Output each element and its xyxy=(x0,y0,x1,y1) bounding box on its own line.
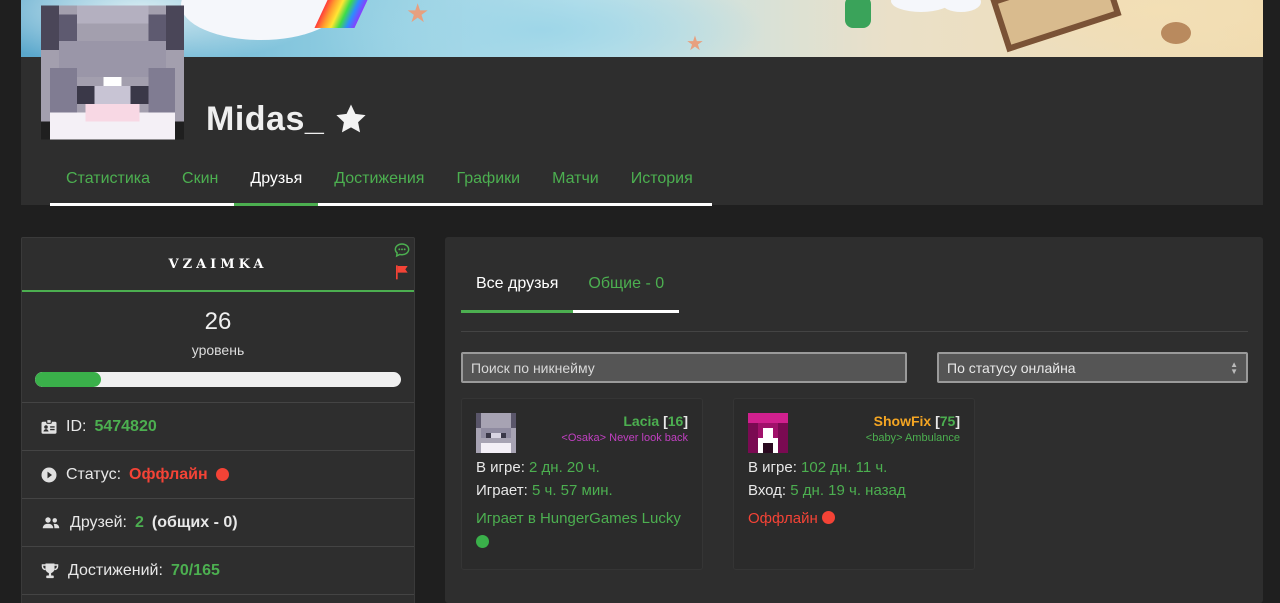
friend-level: 16 xyxy=(667,413,684,429)
friend-name[interactable]: ShowFix xyxy=(874,413,932,429)
status-row: Статус: Оффлайн xyxy=(22,451,414,499)
friend-session-label: Играет: xyxy=(476,482,528,499)
online-dot-icon xyxy=(476,535,489,548)
guild-header: VZAIMKA xyxy=(22,238,414,292)
friends-common: (общих - 0) xyxy=(151,513,238,531)
friend-card[interactable]: ShowFix [75] <baby> Ambulance В игре: 10… xyxy=(733,398,975,570)
offline-dot-icon xyxy=(215,468,229,481)
friend-name-line[interactable]: ShowFix [75] xyxy=(866,413,960,429)
friend-guild: <baby> Ambulance xyxy=(866,432,960,444)
tab-graphs[interactable]: Графики xyxy=(440,155,536,203)
friend-playtime-value: 102 дн. 11 ч. xyxy=(801,459,888,476)
level-progress-fill xyxy=(35,372,101,387)
level-label: уровень xyxy=(191,342,245,358)
friend-playtime-value: 2 дн. 20 ч. xyxy=(529,459,600,476)
status-label: Статус: xyxy=(66,465,122,483)
star-icon[interactable] xyxy=(334,102,368,136)
friend-avatar[interactable] xyxy=(476,413,516,453)
friend-playtime-label: В игре: xyxy=(748,459,797,476)
friend-guild-tag: baby xyxy=(872,432,897,444)
friend-last-login: Вход: 5 дн. 19 ч. назад xyxy=(748,482,960,499)
friend-status-text: Оффлайн xyxy=(748,510,818,527)
online-status-select[interactable]: По статусу онлайна ▲ ▼ xyxy=(937,352,1248,383)
friend-status: Оффлайн xyxy=(748,507,960,531)
offline-dot-icon xyxy=(821,511,835,524)
status-value: Оффлайн xyxy=(129,465,208,483)
profile-banner: ★ ★ xyxy=(21,0,1263,57)
guild-name[interactable]: VZAIMKA xyxy=(169,257,268,272)
friend-card[interactable]: Lacia [16] <Osaka> Never look back В игр… xyxy=(461,398,703,570)
tab-common-friends[interactable]: Общие - 0 xyxy=(573,257,680,313)
id-value: 5474820 xyxy=(94,417,157,435)
achievements-row: Достижений: 70/165 xyxy=(22,547,414,595)
friend-playtime: В игре: 102 дн. 11 ч. xyxy=(748,459,960,476)
level-value: 26 xyxy=(204,308,232,335)
tab-friends[interactable]: Друзья xyxy=(234,155,319,206)
friends-row: Друзей: 2 (общих - 0) xyxy=(22,499,414,547)
achievements-label: Достижений: xyxy=(68,561,163,579)
flag-icon[interactable] xyxy=(394,264,410,280)
friend-guild-close: > xyxy=(599,432,607,444)
select-arrows-icon: ▲ ▼ xyxy=(1230,359,1238,376)
friends-panel: Все друзья Общие - 0 По статусу онлайна … xyxy=(445,237,1263,603)
tab-history[interactable]: История xyxy=(615,155,709,203)
friend-name-line[interactable]: Lacia [16] xyxy=(561,413,688,429)
online-status-select-value: По статусу онлайна xyxy=(947,359,1076,376)
friend-name[interactable]: Lacia xyxy=(623,413,659,429)
tab-all-friends[interactable]: Все друзья xyxy=(461,257,574,313)
friend-guild-tag: Osaka xyxy=(567,432,600,444)
friend-session-value: 5 ч. 57 мин. xyxy=(532,482,613,499)
profile-summary-card: VZAIMKA 26 уровень ID: 5474820 Статус: О… xyxy=(21,237,415,603)
friend-guild: <Osaka> Never look back xyxy=(561,432,688,444)
friend-playtime-label: В игре: xyxy=(476,459,525,476)
player-name-heading: Midas_ xyxy=(206,98,368,140)
player-avatar xyxy=(41,5,184,140)
tab-achievements[interactable]: Достижения xyxy=(318,155,440,203)
level-progress-bar xyxy=(35,372,401,387)
friend-session: Играет: 5 ч. 57 мин. xyxy=(476,482,688,499)
player-name: Midas_ xyxy=(206,99,325,138)
friend-avatar[interactable] xyxy=(748,413,788,453)
friend-guild-motto: Never look back xyxy=(609,432,688,444)
nickname-search-input[interactable] xyxy=(461,352,907,383)
friends-label: Друзей: xyxy=(70,513,127,531)
friend-level: 75 xyxy=(939,413,956,429)
friends-subtabs: Все друзья Общие - 0 xyxy=(461,257,680,313)
friend-last-login-label: Вход: xyxy=(748,482,787,499)
friend-guild-motto: Ambulance xyxy=(904,432,960,444)
chat-bubble-icon[interactable] xyxy=(394,242,410,258)
friend-status: Играет в HungerGames Lucky xyxy=(476,507,688,555)
tab-matches[interactable]: Матчи xyxy=(536,155,615,203)
profile-tabs: Статистика Скин Друзья Достижения График… xyxy=(50,155,712,206)
play-circle-icon xyxy=(41,467,57,482)
friend-guild-close: > xyxy=(896,432,903,444)
id-label: ID: xyxy=(66,417,87,435)
id-row: ID: 5474820 xyxy=(22,403,414,451)
level-block: 26 уровень xyxy=(22,292,414,403)
tab-statistics[interactable]: Статистика xyxy=(50,155,166,203)
friend-last-login-value: 5 дн. 19 ч. назад xyxy=(790,482,906,499)
tab-skin[interactable]: Скин xyxy=(166,155,234,203)
divider xyxy=(461,331,1248,332)
friends-count: 2 xyxy=(135,513,144,531)
friend-playtime: В игре: 2 дн. 20 ч. xyxy=(476,459,688,476)
id-card-icon xyxy=(41,418,57,434)
achievements-value: 70/165 xyxy=(170,561,220,579)
users-icon xyxy=(42,516,60,528)
friend-status-text: Играет в HungerGames Lucky xyxy=(476,510,681,527)
trophy-icon xyxy=(41,563,59,578)
